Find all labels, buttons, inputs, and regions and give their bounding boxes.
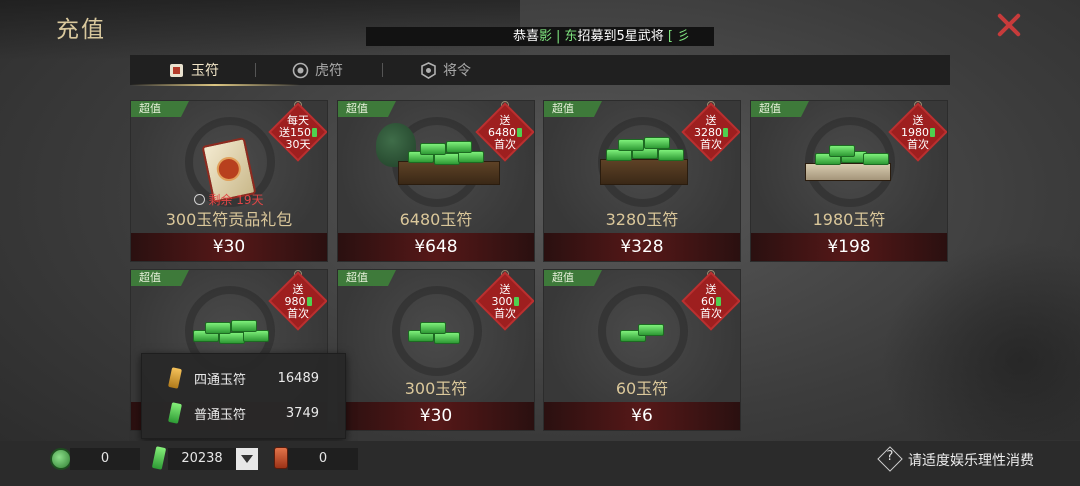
page-title: 充值 [56,17,106,43]
marquee-name-a: 影 [539,29,553,44]
product-card[interactable]: 超值 送 6480 首次 6480玉符 ¥648 [337,100,535,262]
jade-balance: 20238 [168,448,236,470]
marquee-separator: | [556,29,561,44]
gold-jade-icon [168,367,182,389]
marquee-name-b: 东 [564,29,578,44]
active-tab-indicator [130,84,300,86]
product-card[interactable]: 超值 每天 送150 30天 剩余 19天 300玉符贡品礼包 ¥30 [130,100,328,262]
bonus-line: 首次 [700,138,722,151]
product-name: 6480玉符 [399,210,473,229]
super-value-badge: 超值 [338,270,396,286]
clock-icon [194,194,206,205]
token-balance: 0 [288,448,358,470]
super-value-badge: 超值 [544,101,602,117]
bonus-tag: 送 6480 首次 [475,101,534,163]
super-value-badge: 超值 [751,101,809,117]
bonus-line: 首次 [494,307,516,320]
tooltip-label: 普通玉符 [194,407,247,423]
bonus-line: 首次 [287,307,309,320]
bonus-tag: 送 300 首次 [475,270,534,332]
chevron-down-icon [241,455,253,463]
bonus-tag: 送 3280 首次 [681,101,740,163]
copper-coin-icon [50,448,72,470]
tooltip-label: 四通玉符 [194,372,247,388]
tab-tiger-label: 虎符 [315,63,343,79]
marquee-prefix: 恭喜 [513,29,540,44]
product-name: 300玉符贡品礼包 [165,210,293,229]
tab-divider [382,63,383,77]
jade-balance-tooltip: 四通玉符 16489 普通玉符 3749 [141,353,346,439]
product-name: 60玉符 [615,379,669,398]
bonus-tag: 每天 送150 30天 [268,101,327,163]
close-icon[interactable] [996,12,1022,38]
coin-balance: 0 [70,448,140,470]
product-name: 300玉符 [404,379,468,398]
price-button[interactable]: ¥328 [544,233,740,261]
bonus-tag: 送 60 首次 [681,270,740,332]
marquee-message: 招募到5星武将 [577,29,664,44]
price-button[interactable]: ¥648 [338,233,534,261]
green-jade-icon [168,402,182,424]
tooltip-value: 16489 [277,370,319,386]
price-button[interactable]: ¥6 [544,402,740,430]
bonus-line: 30天 [285,138,311,151]
bonus-tag: 送 1980 首次 [888,101,947,163]
moderation-notice: 请适度娱乐理性消费 [908,453,1034,469]
tooltip-row: 普通玉符 3749 [142,399,345,427]
ink-horse-decoration [880,240,1080,440]
product-card[interactable]: 超值 送 300 首次 300玉符 ¥30 [337,269,535,431]
product-card[interactable]: 超值 送 60 首次 60玉符 ¥6 [543,269,741,431]
tooltip-row: 四通玉符 16489 [142,364,345,392]
price-button[interactable]: ¥30 [338,402,534,430]
tab-tiger[interactable]: 虎符 [292,55,343,85]
price-button[interactable]: ¥198 [751,233,947,261]
bonus-tag: 送 980 首次 [268,270,327,332]
remaining-text: 剩余 19天 [208,193,264,207]
jade-seal-icon [168,62,185,79]
currency-tabs: 玉符 虎符 将令 [130,55,950,85]
bonus-line: 首次 [907,138,929,151]
tab-general-order-label: 将令 [443,63,471,79]
product-card[interactable]: 超值 送 1980 首次 1980玉符 ¥198 [750,100,948,262]
tiger-token-icon [292,62,309,79]
super-value-badge: 超值 [338,101,396,117]
tab-divider [255,63,256,77]
bonus-line: 首次 [494,138,516,151]
help-icon[interactable]: ? [877,446,903,472]
jade-dropdown-button[interactable] [236,448,258,470]
price-button[interactable]: ¥30 [131,233,327,261]
tab-jade[interactable]: 玉符 [168,55,219,85]
super-value-badge: 超值 [131,101,189,117]
tab-jade-label: 玉符 [191,63,219,79]
tab-general-order[interactable]: 将令 [420,55,471,85]
marquee-tail: [ 彡 [667,29,691,44]
super-value-badge: 超值 [544,270,602,286]
general-order-icon [420,61,437,79]
announcement-marquee: 恭喜影 | 东招募到5星武将 [ 彡 [366,27,714,46]
tooltip-value: 3749 [285,405,319,421]
tiger-token-icon [274,447,288,469]
product-card[interactable]: 超值 送 3280 首次 3280玉符 ¥328 [543,100,741,262]
bonus-line: 首次 [700,307,722,320]
product-name: 1980玉符 [812,210,886,229]
product-name: 3280玉符 [605,210,679,229]
super-value-badge: 超值 [131,270,189,286]
